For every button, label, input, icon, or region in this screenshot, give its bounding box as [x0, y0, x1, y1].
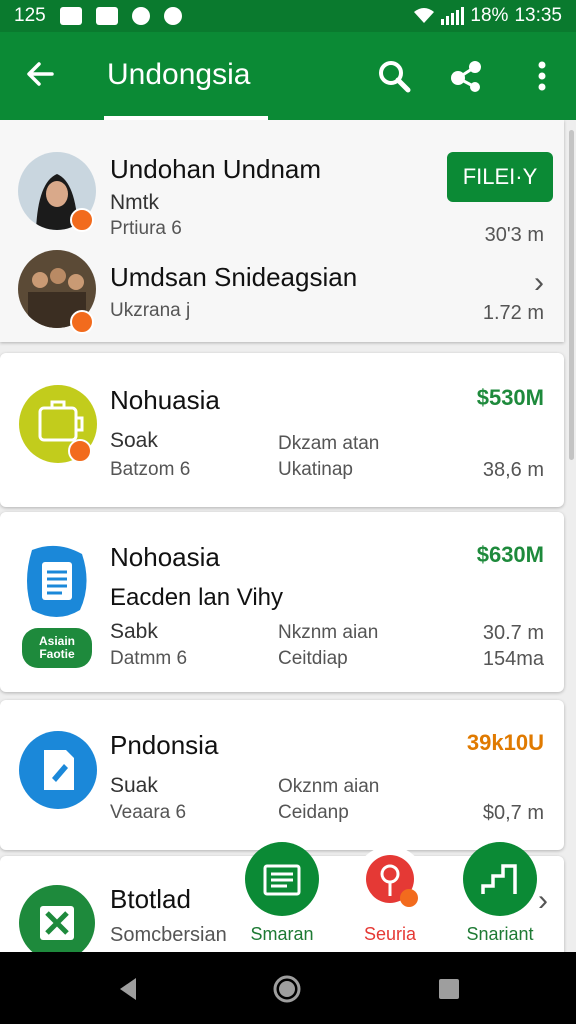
- status-bar: 125 18% 13:35: [0, 0, 576, 32]
- item-subtitle: Suak: [110, 774, 158, 797]
- snariant-fab[interactable]: [463, 842, 537, 916]
- item-detail: Ceitdiap: [278, 648, 348, 669]
- more-options-button[interactable]: [524, 58, 560, 94]
- item-meta: Somcbersian: [110, 924, 227, 946]
- nav-back-button[interactable]: [114, 974, 144, 1004]
- chevron-right-icon[interactable]: ›: [538, 884, 548, 918]
- top-card: Undohan Undnam Nmtk Prtiura 6 30'3 m FIL…: [0, 120, 564, 342]
- item-subtitle: Soak: [110, 429, 158, 452]
- status-badge: [70, 208, 94, 232]
- item-duration: 154ma: [482, 648, 544, 670]
- item-distance: $0,7 m: [482, 802, 544, 824]
- home-circle-icon: [273, 975, 301, 1003]
- nav-recents-button[interactable]: [434, 974, 464, 1004]
- item-name: Undohan Undnam: [110, 154, 322, 184]
- category-badge-label: Asiain Faotie: [38, 634, 75, 661]
- status-badge: [70, 310, 94, 334]
- item-name: Btotlad: [110, 884, 191, 914]
- status-time-right: 13:35: [514, 5, 562, 26]
- triangle-back-icon: [120, 978, 136, 1000]
- item-detail: Ceidanp: [278, 802, 349, 823]
- seuria-label: Seuria: [363, 924, 417, 944]
- wifi-icon: [414, 8, 435, 23]
- document-app-icon: [27, 545, 87, 617]
- item-distance: 38,6 m: [482, 459, 544, 481]
- app-title: Undongsia: [107, 58, 251, 91]
- document-edit-icon: [19, 731, 97, 809]
- item-detail: Okznm aian: [278, 776, 380, 797]
- seuria-fab[interactable]: [355, 846, 425, 916]
- item-detail: Ukatinap: [278, 459, 353, 480]
- item-detail: Sabk: [110, 620, 158, 643]
- status-right: 18% 13:35: [413, 5, 562, 27]
- square-recents-icon: [439, 979, 459, 999]
- category-badge: Asiain Faotie: [22, 628, 92, 668]
- item-name: Nohuasia: [110, 385, 220, 415]
- smaran-fab[interactable]: [245, 842, 319, 916]
- status-badge: [68, 439, 92, 463]
- item-detail: Nkznm aian: [278, 622, 379, 643]
- item-price: $530M: [476, 385, 544, 410]
- nav-home-button[interactable]: [272, 974, 302, 1004]
- item-name: Pndonsia: [110, 730, 219, 760]
- list-icon: [263, 864, 301, 896]
- item-price: 39k10U: [466, 730, 544, 755]
- listing-card[interactable]: Nohuasia $530M Soak Batzom 6 Dkzam atan …: [0, 353, 564, 507]
- item-detail: Dkzam atan: [278, 433, 380, 454]
- photo-notification-icon: [59, 7, 82, 25]
- item-meta: Datmm 6: [110, 648, 188, 669]
- status-left: 125: [14, 5, 182, 27]
- listing-card[interactable]: Asiain Faotie Nohoasia $630M Eacden lan …: [0, 512, 564, 692]
- share-button[interactable]: [448, 58, 484, 94]
- item-distance: 1.72 m: [482, 302, 544, 324]
- item-distance: 30.7 m: [482, 622, 544, 644]
- image-notification-icon: [95, 7, 118, 25]
- back-button[interactable]: [22, 56, 58, 92]
- share-icon: [451, 61, 481, 92]
- location-pin-icon: [366, 855, 418, 907]
- list-item[interactable]: Undohan Undnam Nmtk Prtiura 6 30'3 m FIL…: [0, 120, 564, 246]
- app-notification-icon: [163, 7, 182, 25]
- list-item[interactable]: Umdsan Snideagsian Ukzrana j › 1.72 m: [0, 230, 564, 342]
- smaran-label: Smaran: [250, 924, 314, 944]
- item-name: Nohoasia: [110, 542, 220, 572]
- item-name: Umdsan Snideagsian: [110, 262, 358, 292]
- signal-icon: [441, 7, 465, 25]
- listing-card[interactable]: Pndonsia 39k10U Suak Veaara 6 Okznm aian…: [0, 700, 564, 850]
- more-vert-icon: [538, 61, 546, 91]
- scrollbar[interactable]: [569, 130, 574, 460]
- arrow-back-icon: [27, 62, 54, 86]
- item-meta: Veaara 6: [110, 802, 187, 823]
- search-icon: [379, 61, 411, 93]
- app-bar: Undongsia: [0, 32, 576, 120]
- chart-icon: [481, 864, 517, 894]
- navigation-bar: [0, 952, 576, 1024]
- chat-notification-icon: [131, 7, 150, 25]
- item-subtitle: Eacden lan Vihy: [110, 584, 284, 611]
- status-time-left: 125: [14, 5, 46, 26]
- search-button[interactable]: [376, 58, 412, 94]
- chevron-right-icon[interactable]: ›: [534, 266, 544, 300]
- item-subtitle: Nmtk: [110, 191, 159, 214]
- content-list: Undohan Undnam Nmtk Prtiura 6 30'3 m FIL…: [0, 120, 576, 952]
- item-meta: Batzom 6: [110, 459, 191, 480]
- snariant-label: Snariant: [466, 924, 534, 944]
- item-meta: Ukzrana j: [110, 300, 191, 321]
- filter-button[interactable]: FILEI·Y: [447, 152, 553, 202]
- item-price: $630M: [476, 542, 544, 567]
- battery-level: 18%: [470, 5, 509, 26]
- excel-app-icon: [19, 885, 95, 952]
